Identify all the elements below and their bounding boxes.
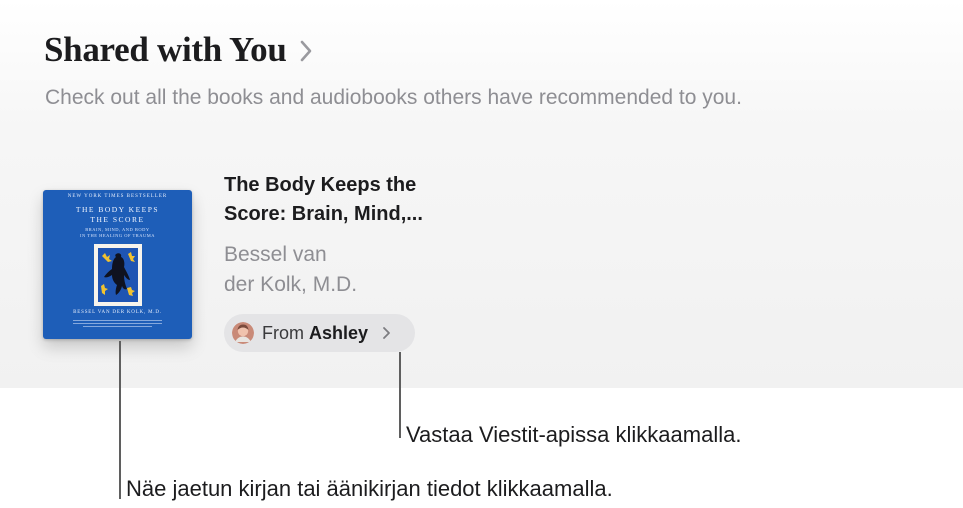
callout-details-text: Näe jaetun kirjan tai äänikirjan tiedot …: [126, 476, 613, 501]
section-title: Shared with You: [44, 30, 287, 69]
book-author: Bessel van der Kolk, M.D.: [224, 243, 358, 296]
chevron-right-icon: [299, 39, 313, 63]
cover-title: THE BODY KEEPS THE SCORE: [75, 205, 160, 224]
cover-subtitle: BRAIN, MIND, AND BODY IN THE HEALING OF …: [79, 227, 156, 238]
cover-fine-print: [73, 323, 162, 324]
cover-author: BESSEL VAN DER KOLK, M.D.: [73, 310, 162, 315]
callout-reply-text: Vastaa Viestit-apissa klikkaamalla.: [406, 422, 742, 447]
avatar-icon: [232, 322, 254, 344]
book-cover[interactable]: NEW YORK TIMES BESTSELLER THE BODY KEEPS…: [43, 190, 192, 339]
section-subtitle: Check out all the books and audiobooks o…: [45, 86, 742, 109]
shared-from-name: Ashley: [309, 322, 369, 343]
shared-from-button[interactable]: From Ashley: [224, 314, 415, 352]
shared-with-you-header-link[interactable]: Shared with You: [44, 30, 313, 70]
callout-line-details: [119, 341, 121, 499]
chevron-right-icon: [382, 326, 391, 340]
cover-bestseller-line: NEW YORK TIMES BESTSELLER: [67, 194, 168, 199]
shared-from-prefix: From: [262, 322, 304, 343]
cover-fine-print: [83, 326, 152, 327]
book-title[interactable]: The Body Keeps the Score: Brain, Mind,..…: [224, 171, 484, 229]
cover-fine-print: [73, 320, 162, 321]
cover-artwork: [94, 244, 142, 311]
callout-line-reply: [399, 352, 401, 438]
